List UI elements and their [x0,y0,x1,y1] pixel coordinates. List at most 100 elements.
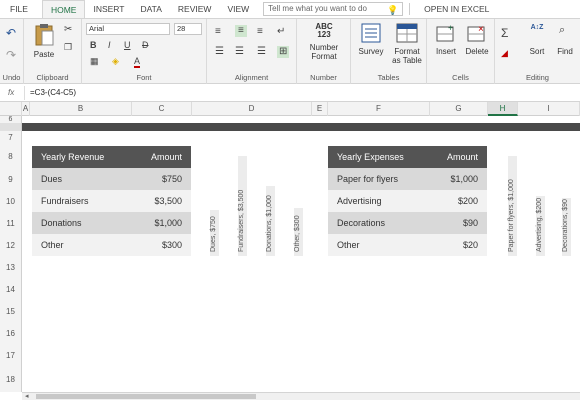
tab-insert[interactable]: INSERT [85,0,132,18]
row-header[interactable]: 8 [0,145,22,169]
revenue-item: Dues [41,174,63,184]
tell-me-search[interactable]: Tell me what you want to do 💡 [263,2,404,16]
column-header-selected[interactable]: H [488,102,518,116]
row-header[interactable]: 17 [0,345,22,367]
tab-file[interactable]: FILE [0,0,42,18]
expense-amount: $200 [457,196,478,206]
survey-button[interactable]: Survey [355,23,387,67]
merge-center-icon[interactable]: ⊞ [277,46,290,58]
row-header[interactable]: 6 [0,116,22,123]
table-row[interactable]: Fundraisers $3,500 [32,190,191,212]
scroll-left-icon[interactable]: ◂ [25,393,29,400]
revenue-amount: $3,500 [154,196,182,206]
row-header[interactable]: 10 [0,191,22,213]
open-in-excel-button[interactable]: OPEN IN EXCEL [416,0,497,18]
align-top-icon[interactable]: ≡ [215,27,221,37]
expenses-header-amount: Amount [446,152,478,162]
copy-icon[interactable]: ❐ [64,43,72,52]
select-all-corner[interactable] [0,102,22,116]
row-header-spacer [0,123,22,131]
row-header[interactable]: 16 [0,323,22,345]
undo-group-label: Undo [2,73,21,82]
fx-icon[interactable]: fx [8,88,14,97]
revenue-amount: $1,000 [154,218,182,228]
align-center-icon[interactable]: ☰ [235,47,244,57]
column-header[interactable]: F [328,102,430,116]
autosum-icon[interactable]: Σ [501,27,508,39]
column-header[interactable]: B [30,102,132,116]
lightbulb-icon: 💡 [386,5,399,15]
revenue-header-amount: Amount [150,152,182,162]
formula-bar: fx =C3-(C4-C5) [0,84,580,102]
font-size-dropdown[interactable]: 28 [174,23,202,35]
row-header[interactable]: 14 [0,279,22,301]
align-bottom-icon[interactable]: ≡ [257,27,263,37]
find-button[interactable]: ⌕ Find [551,23,579,67]
align-right-icon[interactable]: ☰ [257,47,266,57]
horizontal-scrollbar[interactable]: ◂ [22,392,580,400]
sort-button[interactable]: A↕Z Sort [523,23,551,67]
column-header[interactable]: A [22,102,30,116]
column-header[interactable]: I [518,102,580,116]
wrap-text-icon[interactable]: ↵ [277,27,285,37]
tab-data[interactable]: DATA [132,0,169,18]
number-format-button[interactable]: ABC 123 Number Format [301,23,347,65]
align-left-icon[interactable]: ☰ [215,47,224,57]
table-row[interactable]: Paper for flyers $1,000 [328,168,487,190]
paste-button[interactable]: Paste [32,23,56,63]
borders-icon[interactable]: ▦ [90,57,99,66]
table-row[interactable]: Other $300 [32,234,191,256]
undo-icon[interactable]: ↶ [6,27,16,39]
font-color-icon[interactable]: A [134,57,141,68]
expense-amount: $90 [462,218,478,228]
tab-review[interactable]: REVIEW [170,0,220,18]
formula-divider [24,86,25,100]
formula-input[interactable]: =C3-(C4-C5) [30,88,76,97]
table-row[interactable]: Donations $1,000 [32,212,191,234]
table-row[interactable]: Other $20 [328,234,487,256]
column-header[interactable]: G [430,102,488,116]
underline-button[interactable]: U [124,41,131,50]
row-header[interactable]: 13 [0,257,22,279]
font-name-value: Arial [89,24,105,33]
row-header[interactable]: 9 [0,169,22,191]
strikethrough-button[interactable]: D [142,41,149,50]
sort-icon: A↕Z [530,24,544,31]
row-header[interactable]: 11 [0,213,22,235]
column-header[interactable]: C [132,102,192,116]
row-header[interactable]: 18 [0,367,22,392]
revenue-header-label: Yearly Revenue [41,152,105,162]
row-header[interactable]: 15 [0,301,22,323]
worksheet-grid[interactable]: Yearly Revenue Amount Dues $750 Fundrais… [22,116,580,393]
revenue-bar-label: Donations, $1,000 [266,195,273,252]
insert-cells-button[interactable]: + Insert [431,23,461,67]
cut-icon[interactable]: ✂ [64,25,72,35]
font-name-dropdown[interactable]: Arial [86,23,170,35]
format-as-table-button[interactable]: Format as Table [389,23,425,67]
bold-button[interactable]: B [90,41,97,50]
align-middle-icon[interactable]: ≡ [235,25,247,37]
column-header[interactable]: D [192,102,312,116]
insert-cells-label: Insert [435,47,456,56]
tell-me-text: Tell me what you want to do [268,4,367,13]
format-as-table-label-2: as Table [392,56,422,65]
alignment-group-label: Alignment [234,73,269,82]
clear-icon[interactable]: ◢ [501,49,508,58]
redo-icon[interactable]: ↷ [6,49,16,61]
table-row[interactable]: Advertising $200 [328,190,487,212]
row-header[interactable]: 12 [0,235,22,257]
table-row[interactable]: Decorations $90 [328,212,487,234]
delete-cells-button[interactable]: × Delete [461,23,493,67]
italic-button[interactable]: I [108,41,111,50]
row-header[interactable]: 7 [0,131,22,145]
fill-color-icon[interactable]: ◈ [112,57,119,66]
revenue-bar-label: Dues, $750 [210,216,217,252]
expenses-header-label: Yearly Expenses [337,152,404,162]
expense-amount: $20 [462,240,478,250]
tab-view[interactable]: VIEW [219,0,257,18]
column-header[interactable]: E [312,102,328,116]
table-row[interactable]: Dues $750 [32,168,191,190]
expense-bar-label: Decorations, $90 [562,199,569,252]
tab-home[interactable]: HOME [41,0,86,19]
scrollbar-thumb[interactable] [36,394,256,399]
